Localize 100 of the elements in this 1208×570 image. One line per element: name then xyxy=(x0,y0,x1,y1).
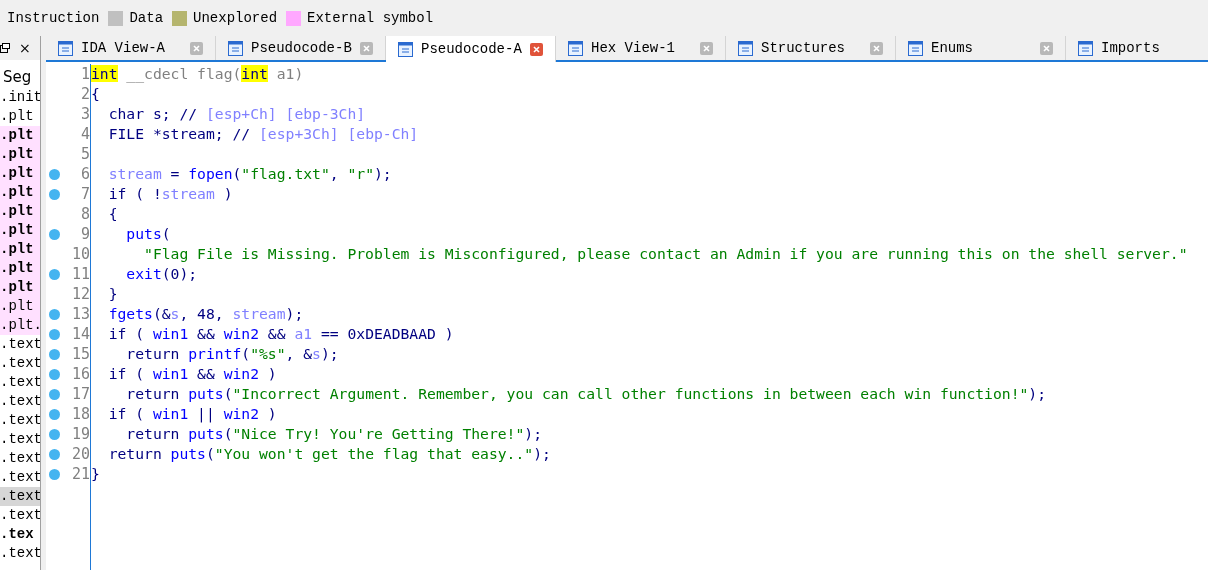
line-number: 16 xyxy=(70,365,90,383)
line-number: 18 xyxy=(70,405,90,423)
window-icon xyxy=(1078,40,1093,56)
line-number: 11 xyxy=(70,265,90,283)
segment-item[interactable]: .text xyxy=(0,506,40,525)
line-number: 21 xyxy=(70,465,90,483)
breakpoint-dot[interactable] xyxy=(49,408,60,420)
code-line: return puts("Nice Try! You're Getting There!"); xyxy=(125,424,542,444)
breakpoint-dot[interactable] xyxy=(49,468,60,480)
segment-item[interactable]: .plt xyxy=(0,240,40,259)
segment-item[interactable]: .text xyxy=(0,354,40,373)
line-number: 10 xyxy=(70,245,90,263)
legend-label: External symbol xyxy=(307,10,434,26)
close-icon[interactable] xyxy=(700,41,713,55)
segment-item[interactable]: .text xyxy=(0,411,40,430)
legend-label: Instruction xyxy=(7,10,100,26)
line-number: 7 xyxy=(79,185,90,203)
breakpoint-dot[interactable] xyxy=(49,348,60,360)
segment-item[interactable]: .text xyxy=(0,487,40,506)
segment-item[interactable]: .plt xyxy=(0,164,40,183)
breakpoint-dot[interactable] xyxy=(49,168,60,180)
code-line: int __cdecl flag(int a1) xyxy=(91,64,304,84)
code-line: return puts("Incorrect Argument. Remember, you can call other functions in between each win function!"); xyxy=(125,384,1047,404)
segment-item[interactable]: .plt xyxy=(0,278,40,297)
segment-item[interactable]: .plt xyxy=(0,145,40,164)
code-line: exit(0); xyxy=(125,264,198,284)
legend-label: Data xyxy=(129,10,164,26)
tab[interactable]: Pseudocode-A xyxy=(386,36,556,62)
window-icon xyxy=(908,40,923,56)
segment-item[interactable]: .text xyxy=(0,468,40,487)
window-icon[interactable] xyxy=(0,43,10,53)
code-line: return puts("You won't get the flag that easy.."); xyxy=(107,444,551,464)
segment-item[interactable]: .plt. xyxy=(0,316,40,335)
segment-item[interactable]: .plt xyxy=(0,183,40,202)
column-header: Seg xyxy=(2,67,33,88)
line-number: 9 xyxy=(79,225,90,243)
code-line: { xyxy=(107,204,118,224)
code-line: if ( !stream ) xyxy=(107,184,233,204)
close-icon[interactable] xyxy=(360,41,373,55)
code-line: if ( win1 && win2 && a1 == 0xDEADBAAD ) xyxy=(107,324,454,344)
line-number: 1 xyxy=(79,65,90,83)
legend-label: Unexplored xyxy=(193,10,278,26)
breakpoint-dot[interactable] xyxy=(49,368,60,380)
window-icon xyxy=(738,40,753,56)
segment-item[interactable]: .plt xyxy=(0,221,40,240)
segment-item[interactable]: .plt xyxy=(0,126,40,145)
segment-item[interactable]: .text xyxy=(0,373,40,392)
line-number: 12 xyxy=(70,285,90,303)
line-number: 13 xyxy=(70,305,90,323)
line-number: 4 xyxy=(79,125,90,143)
breakpoint-dot[interactable] xyxy=(49,268,60,280)
line-number: 5 xyxy=(79,145,90,163)
close-button[interactable]: × xyxy=(19,40,31,56)
code-line: stream = fopen("flag.txt", "r"); xyxy=(107,164,392,184)
segment-item[interactable]: .plt xyxy=(0,202,40,221)
code-line: return printf("%s", &s); xyxy=(125,344,339,364)
window-icon xyxy=(568,40,583,56)
breakpoint-dot[interactable] xyxy=(49,388,60,400)
window-icon xyxy=(398,41,413,57)
segment-item[interactable]: .plt xyxy=(0,107,40,126)
segment-item[interactable]: .text xyxy=(0,392,40,411)
breakpoint-dot[interactable] xyxy=(49,428,60,440)
line-number: 2 xyxy=(79,85,90,103)
code-line: FILE *stream; // [esp+3Ch] [ebp-Ch] xyxy=(107,124,419,144)
window-icon xyxy=(58,40,73,56)
line-number: 14 xyxy=(70,325,90,343)
code-line: "Flag File is Missing. Problem is Misconfigured, please contact an Admin if you are running this on the shell server." xyxy=(143,244,1188,264)
code-line: puts( xyxy=(125,224,171,244)
segment-item[interactable]: .init xyxy=(0,88,40,107)
segment-item[interactable]: .text xyxy=(0,335,40,354)
segment-item[interactable]: .tex xyxy=(0,525,40,544)
window-icon xyxy=(228,40,243,56)
line-number: 17 xyxy=(70,385,90,403)
breakpoint-dot[interactable] xyxy=(49,308,60,320)
code-line: if ( win1 && win2 ) xyxy=(107,364,277,384)
breakpoint-dot[interactable] xyxy=(49,448,60,460)
code-line: { xyxy=(91,84,100,104)
close-icon[interactable] xyxy=(190,41,203,55)
close-icon[interactable] xyxy=(1040,41,1053,55)
breakpoint-dot[interactable] xyxy=(49,188,60,200)
segment-item[interactable]: .text xyxy=(0,430,40,449)
close-icon[interactable] xyxy=(530,42,543,56)
segment-item[interactable]: .text xyxy=(0,449,40,468)
code-line: } xyxy=(107,284,118,304)
code-line: fgets(&s, 48, stream); xyxy=(107,304,304,324)
code-line: char s; // [esp+Ch] [ebp-3Ch] xyxy=(107,104,366,124)
line-number: 6 xyxy=(79,165,90,183)
breakpoint-dot[interactable] xyxy=(49,328,60,340)
code-line: if ( win1 || win2 ) xyxy=(107,404,277,424)
line-number: 15 xyxy=(70,345,90,363)
close-icon[interactable] xyxy=(870,41,883,55)
line-number: 3 xyxy=(79,105,90,123)
segment-item[interactable]: .plt xyxy=(0,259,40,278)
segment-item[interactable]: .plt xyxy=(0,297,40,316)
line-number: 19 xyxy=(70,425,90,443)
line-number: 8 xyxy=(79,205,90,223)
breakpoint-dot[interactable] xyxy=(49,228,60,240)
code-line: } xyxy=(91,464,100,484)
line-number: 20 xyxy=(70,445,90,463)
segment-item[interactable]: .text xyxy=(0,544,40,563)
